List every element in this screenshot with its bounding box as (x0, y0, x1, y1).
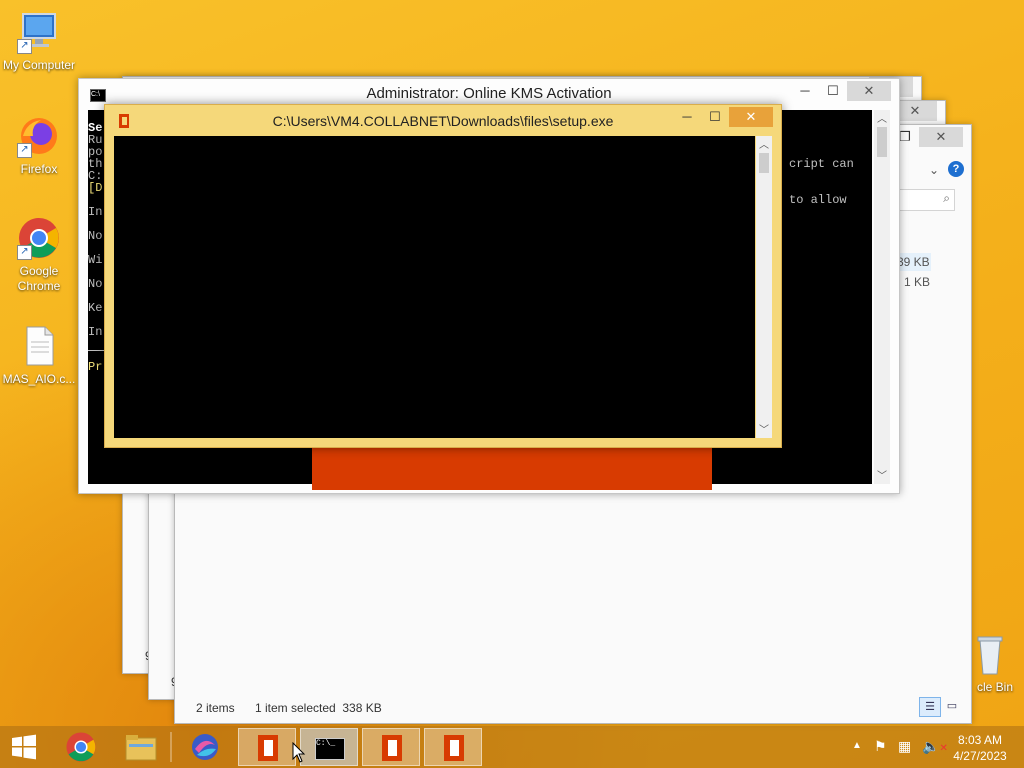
console-line: Wi (88, 253, 103, 267)
large-icons-view-button[interactable]: ▭ (943, 697, 961, 715)
taskbar-file-explorer[interactable] (112, 728, 170, 766)
desktop-icon-label: My Computer (2, 58, 76, 72)
scroll-thumb[interactable] (877, 127, 887, 157)
desktop-icon-label: MAS_AIO.c... (2, 372, 76, 386)
close-button[interactable]: ✕ (847, 81, 891, 101)
minimize-button[interactable]: ─ (791, 81, 819, 101)
office-splash-banner (312, 446, 712, 490)
help-icon[interactable]: ? (948, 161, 964, 177)
scroll-up-arrow[interactable]: ︿ (756, 136, 772, 151)
file-size-cell: 39 KB (897, 253, 931, 271)
console-line: No (88, 229, 103, 243)
desktop-icon-chrome[interactable]: ↗ Google Chrome (1, 216, 77, 294)
desktop-icon-label: Google Chrome (17, 264, 61, 293)
chrome-icon (66, 732, 96, 762)
close-button[interactable]: ✕ (729, 107, 773, 127)
taskbar-chrome[interactable] (52, 728, 110, 766)
console-output[interactable] (114, 136, 755, 438)
scroll-down-arrow[interactable]: ﹀ (756, 421, 772, 436)
clock-time: 8:03 AM (957, 733, 1003, 747)
search-icon: ⌕ (943, 191, 950, 205)
show-hidden-icons-button[interactable]: ▲ (852, 740, 862, 751)
console-line: In (88, 325, 103, 339)
maximize-button[interactable]: ☐ (701, 107, 729, 127)
desktop-icon-my-computer[interactable]: ↗ My Computer (1, 10, 77, 73)
console-line: Ke (88, 301, 103, 315)
status-item-count: 2 items (196, 701, 235, 715)
taskbar-office[interactable] (362, 728, 420, 766)
folder-icon (125, 735, 157, 761)
console-line: to allow (789, 193, 847, 207)
taskbar-cmd[interactable]: C:\_ (300, 728, 358, 766)
console-line: In (88, 205, 103, 219)
clock-date: 4/27/2023 (953, 749, 1007, 763)
taskbar-office[interactable] (238, 728, 296, 766)
app-icon (192, 734, 218, 760)
computer-icon: ↗ (17, 10, 61, 54)
chrome-icon: ↗ (17, 216, 61, 260)
desktop-icon-mas-aio[interactable]: MAS_AIO.c... (1, 324, 77, 387)
scroll-thumb[interactable] (759, 153, 769, 173)
file-size-cell: 1 KB (904, 275, 931, 289)
cmd-icon: C:\_ (315, 738, 345, 760)
details-view-button[interactable]: ☰ (919, 697, 941, 717)
start-button[interactable] (0, 728, 48, 766)
chevron-down-icon[interactable]: ⌄ (929, 163, 939, 177)
recycle-bin-icon (968, 632, 1012, 676)
taskbar-app[interactable] (176, 728, 234, 766)
file-icon (17, 324, 61, 368)
taskbar-office[interactable] (424, 728, 482, 766)
search-input[interactable]: ⌕ (897, 189, 955, 211)
minimize-button[interactable]: ─ (673, 107, 701, 127)
network-icon[interactable]: ▦ (898, 738, 911, 755)
setup-exe-window[interactable]: C:\Users\VM4.COLLABNET\Downloads\files\s… (104, 104, 782, 448)
scroll-down-arrow[interactable]: ﹀ (874, 467, 890, 482)
console-line: Pr (88, 360, 103, 374)
window-title: Administrator: Online KMS Activation (366, 85, 612, 102)
vertical-scrollbar[interactable]: ︿ ﹀ (874, 110, 890, 484)
office-icon (382, 735, 402, 761)
desktop-icon-label: Firefox (20, 162, 58, 176)
console-line: No (88, 277, 103, 291)
firefox-icon: ↗ (17, 114, 61, 158)
console-line: [D (88, 181, 103, 195)
office-icon (444, 735, 464, 761)
windows-logo-icon (12, 734, 36, 760)
console-line: cript can (789, 157, 854, 171)
volume-muted-icon[interactable]: 🔈✕ (922, 738, 948, 755)
clock[interactable]: 8:03 AM 4/27/2023 (948, 732, 1012, 764)
status-selection: 1 item selected 338 KB (255, 701, 382, 715)
mouse-cursor-icon (292, 742, 306, 763)
scroll-up-arrow[interactable]: ︿ (874, 110, 890, 125)
office-icon (258, 735, 278, 761)
action-center-flag-icon[interactable]: ⚑ (874, 738, 887, 755)
taskbar-separator (170, 732, 172, 762)
desktop-icon-firefox[interactable]: ↗ Firefox (1, 114, 77, 177)
maximize-button[interactable]: ☐ (819, 81, 847, 101)
taskbar: C:\_ ▲ ⚑ ▦ 🔈✕ 8:03 AM 4/27/2023 (0, 726, 1024, 768)
vertical-scrollbar[interactable]: ︿ ﹀ (756, 136, 772, 438)
close-button[interactable]: ✕ (919, 127, 963, 147)
